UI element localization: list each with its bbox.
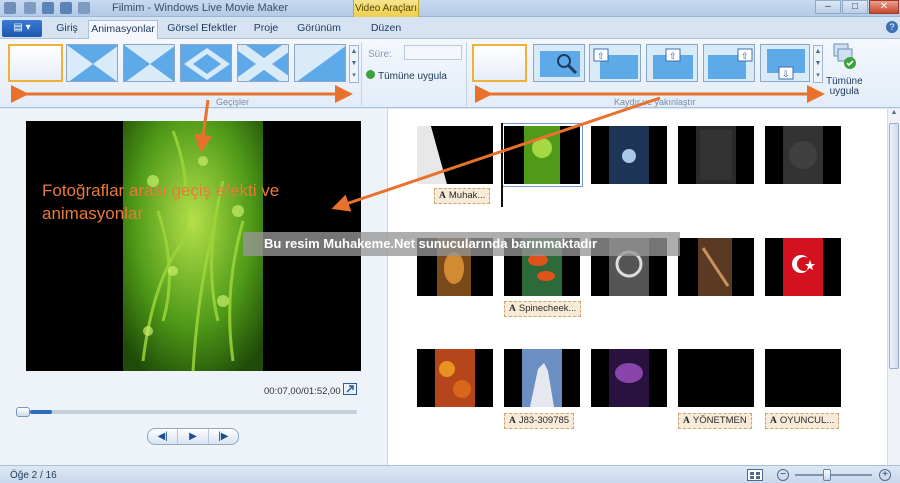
tab-project[interactable]: Proje	[246, 20, 286, 39]
storyboard: A Muhak... A Spinecheek... A J83-309785 A YÖ…	[392, 109, 887, 465]
transitions-gallery-scroll[interactable]: ▲ ▼ ▾	[349, 45, 359, 83]
apply-all-pan-zoom-button[interactable]: Tümüne uygula	[826, 77, 863, 97]
seek-bar[interactable]	[30, 410, 357, 414]
status-bar: Öğe 2 / 16 − +	[0, 465, 900, 483]
transition-cross[interactable]	[237, 44, 289, 82]
caption-text: J83-309785	[518, 415, 570, 426]
clip-title-muhakeme[interactable]	[417, 126, 493, 184]
scroll-up-icon[interactable]: ▲	[888, 109, 900, 116]
fullscreen-icon[interactable]	[343, 383, 357, 395]
caption-muhakeme[interactable]: A Muhak...	[434, 188, 491, 204]
caption-cast[interactable]: A OYUNCUL...	[765, 413, 840, 429]
help-icon[interactable]: ?	[886, 21, 898, 33]
next-frame-button[interactable]: |▶	[209, 429, 238, 444]
playback-controls: ◀| ▶ |▶	[147, 428, 239, 445]
clip-turkish-flag[interactable]	[765, 238, 841, 296]
zoom-slider[interactable]	[795, 474, 872, 476]
tab-edit[interactable]: Düzen	[358, 20, 414, 39]
watermark: Bu resim Muhakeme.Net sunucularında barı…	[243, 232, 680, 256]
minimize-button[interactable]: –	[815, 0, 841, 14]
close-button[interactable]: ✕	[869, 0, 899, 14]
clip-wolf[interactable]	[504, 349, 580, 407]
play-button[interactable]: ▶	[178, 429, 209, 444]
transition-wipe[interactable]	[294, 44, 346, 82]
svg-text:⇧: ⇧	[741, 51, 749, 61]
svg-text:⇩: ⇩	[782, 69, 790, 79]
tab-view[interactable]: Görünüm	[292, 20, 346, 39]
check-icon	[366, 70, 375, 79]
contextual-tab-header: Video Araçları	[353, 0, 419, 17]
ribbon-separator	[466, 42, 467, 106]
clip-apple[interactable]	[591, 126, 667, 184]
undo-icon[interactable]	[42, 2, 54, 14]
apply-all-transitions-button[interactable]: Tümüne uygula	[366, 70, 447, 82]
seek-progress	[30, 410, 52, 414]
item-count: Öğe 2 / 16	[10, 470, 57, 481]
thumbnail-size-icon[interactable]	[747, 469, 763, 481]
caption-director[interactable]: A YÖNETMEN	[678, 413, 752, 429]
customize-toolbar-icon[interactable]	[78, 2, 90, 14]
ribbon-tab-row: ▤ ▾ Giriş Animasyonlar Görsel Efektler P…	[0, 17, 900, 39]
clip-director-title[interactable]	[678, 349, 754, 407]
clip-dark-texture-2[interactable]	[765, 126, 841, 184]
ribbon: ▲ ▼ ▾ Geçişler Süre: Tümüne uygula ⇧ ⇧ ⇧ ⇩…	[0, 39, 900, 108]
tab-visual-effects[interactable]: Görsel Efektler	[166, 20, 238, 39]
clip-plant[interactable]	[501, 123, 583, 187]
previous-frame-button[interactable]: ◀|	[148, 429, 179, 444]
caption-text: Muhak...	[448, 190, 486, 201]
svg-text:⇧: ⇧	[597, 51, 605, 61]
zoom-in-icon[interactable]: +	[879, 469, 891, 481]
timecode: 00:07,00/01:52,00	[264, 386, 341, 397]
apply-all-transitions-label: Tümüne uygula	[378, 71, 447, 82]
pan-up[interactable]: ⇧	[646, 44, 698, 82]
clip-autumn-leaves[interactable]	[417, 349, 493, 407]
playhead[interactable]	[501, 123, 503, 207]
clip-dark-texture-1[interactable]	[678, 126, 754, 184]
seek-thumb[interactable]	[16, 407, 30, 417]
overlay-caption: Fotoğraflar arası geçiş efekti ve animas…	[42, 181, 280, 223]
preview-pane: Fotoğraflar arası geçiş efekti ve animas…	[0, 109, 388, 465]
clip-cast-title[interactable]	[765, 349, 841, 407]
vertical-scrollbar[interactable]: ▲	[887, 109, 900, 465]
transition-none[interactable]	[8, 44, 63, 82]
duration-select[interactable]	[404, 45, 462, 60]
maximize-button[interactable]: □	[842, 0, 868, 14]
ribbon-separator	[361, 42, 362, 106]
pan-zoom-gallery-scroll[interactable]: ▲ ▼ ▾	[813, 45, 823, 83]
clip-brown-pattern[interactable]	[678, 238, 754, 296]
window-title: Filmim - Windows Live Movie Maker	[112, 2, 289, 14]
caption-text: YÖNETMEN	[692, 415, 747, 426]
pan-zoom-auto[interactable]	[533, 44, 585, 82]
app-icon[interactable]	[4, 2, 16, 14]
duration-label: Süre:	[368, 49, 392, 60]
caption-j83[interactable]: A J83-309785	[504, 413, 575, 429]
pan-zoom-none[interactable]	[472, 44, 527, 82]
zoom-slider-thumb[interactable]	[823, 469, 831, 481]
apply-all-pan-line2: uygula	[829, 86, 860, 97]
pan-zoom-group-label: Kaydır ve yakınlaştır	[614, 97, 696, 107]
title-bar: Filmim - Windows Live Movie Maker Video …	[0, 0, 900, 17]
apply-all-pan-zoom-icon	[832, 42, 858, 72]
main-area: Fotoğraflar arası geçiş efekti ve animas…	[0, 109, 900, 465]
caption-text: OYUNCUL...	[779, 415, 835, 426]
transition-diamond[interactable]	[180, 44, 232, 82]
tab-animations[interactable]: Animasyonlar	[88, 20, 158, 39]
pan-up-left[interactable]: ⇧	[589, 44, 641, 82]
redo-icon[interactable]	[60, 2, 72, 14]
zoom-out-icon[interactable]: −	[777, 469, 789, 481]
transition-diagonal[interactable]	[66, 44, 118, 82]
clip-nebula[interactable]	[591, 349, 667, 407]
tab-home[interactable]: Giriş	[48, 20, 86, 39]
pan-down[interactable]: ⇩	[760, 44, 810, 82]
pan-up-right[interactable]: ⇧	[703, 44, 755, 82]
scroll-thumb[interactable]	[889, 123, 899, 369]
save-icon[interactable]	[24, 2, 36, 14]
app-menu-button[interactable]: ▤ ▾	[2, 20, 42, 37]
plant-photo	[123, 121, 263, 371]
svg-text:⇧: ⇧	[669, 51, 677, 61]
transitions-group-label: Geçişler	[216, 97, 250, 107]
transition-bowtie[interactable]	[123, 44, 175, 82]
caption-text: Spinecheek...	[518, 303, 577, 314]
caption-spinecheek[interactable]: A Spinecheek...	[504, 301, 582, 317]
